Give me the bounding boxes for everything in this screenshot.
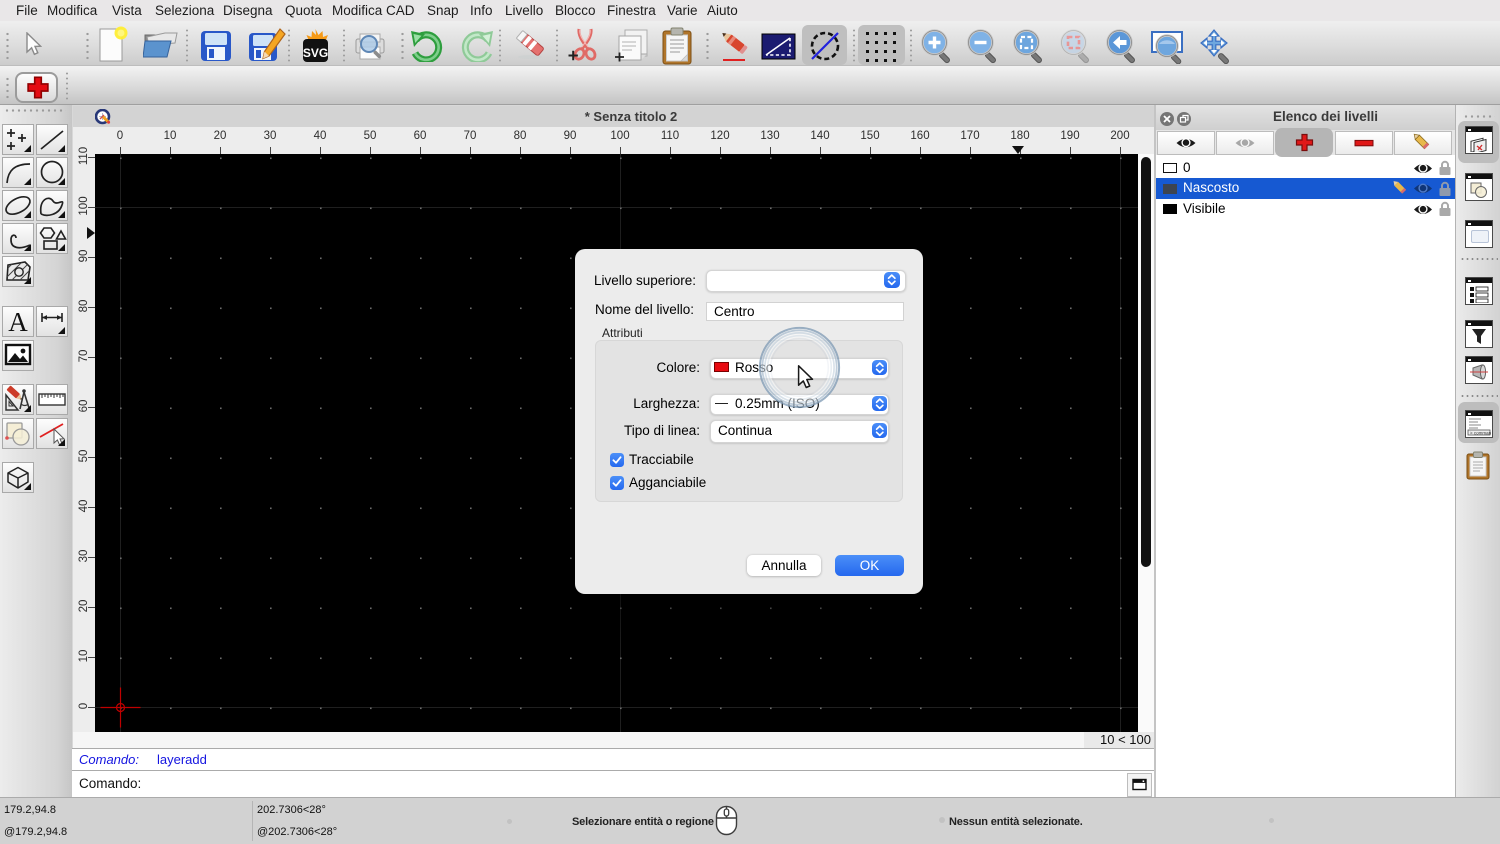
svg-text:> command: > command: [1470, 430, 1491, 435]
svg-text:SVG: SVG: [303, 46, 328, 60]
svg-text:A: A: [8, 307, 28, 336]
